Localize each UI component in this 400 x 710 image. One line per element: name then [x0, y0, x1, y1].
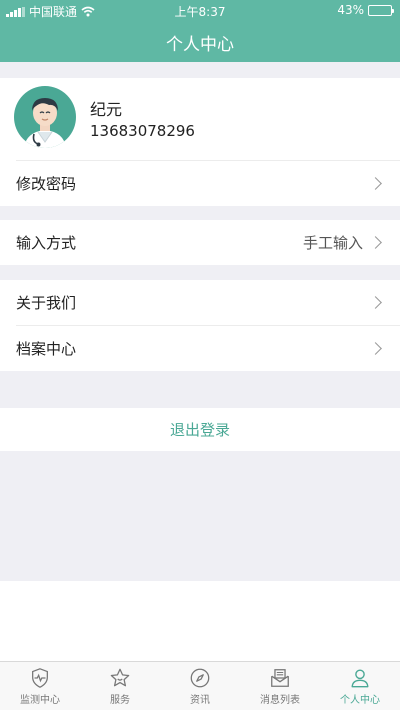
shield-pulse-icon [32, 667, 48, 688]
tab-profile[interactable]: 个人中心 [320, 662, 400, 710]
section-gap [0, 62, 400, 78]
input-method-value: 手工输入 [302, 234, 363, 252]
page-title: 个人中心 [166, 35, 234, 55]
input-method-label: 输入方式 [16, 234, 77, 252]
tab-label: 消息列表 [260, 694, 300, 706]
chevron-right-icon [369, 177, 382, 190]
archive-center-row[interactable]: 档案中心 [0, 326, 400, 371]
battery-icon [368, 4, 394, 16]
section-gap [0, 265, 400, 280]
input-method-row[interactable]: 输入方式 手工输入 [0, 220, 400, 265]
profile-card: 纪元 13683078296 [0, 78, 400, 160]
change-password-row[interactable]: 修改密码 [0, 161, 400, 206]
about-us-row[interactable]: 关于我们 [0, 280, 400, 325]
tab-label: 资讯 [190, 694, 210, 706]
chevron-right-icon [369, 342, 382, 355]
tab-label: 监测中心 [20, 694, 60, 706]
change-password-label: 修改密码 [16, 175, 77, 193]
status-bar: 中国联通 上午8:37 43% [0, 0, 400, 20]
compass-icon [190, 668, 210, 687]
tab-messages[interactable]: 消息列表 [240, 662, 320, 710]
tab-monitor-center[interactable]: 监测中心 [0, 662, 80, 710]
profile-phone: 13683078296 [90, 122, 195, 140]
avatar [14, 86, 76, 148]
tab-news[interactable]: 资讯 [160, 662, 240, 710]
tab-bar: 监测中心 服务 资讯 消息列表 个人中心 [0, 661, 400, 710]
chevron-right-icon [369, 236, 382, 249]
empty-area [0, 451, 400, 581]
envelope-icon [271, 668, 289, 687]
profile-name: 纪元 [90, 100, 123, 119]
app-header: 中国联通 上午8:37 43% 个人中心 [0, 0, 400, 62]
section-gap [0, 206, 400, 220]
logout-button[interactable]: 退出登录 [0, 408, 400, 451]
about-us-label: 关于我们 [16, 294, 77, 312]
tab-label: 服务 [110, 694, 130, 706]
section-gap [0, 371, 400, 408]
tab-services[interactable]: 服务 [80, 662, 160, 710]
battery-percent: 43% [337, 3, 364, 17]
star-icon [110, 668, 130, 686]
tab-label: 个人中心 [340, 694, 380, 706]
chevron-right-icon [369, 296, 382, 309]
person-icon [351, 669, 369, 687]
archive-center-label: 档案中心 [16, 340, 77, 358]
